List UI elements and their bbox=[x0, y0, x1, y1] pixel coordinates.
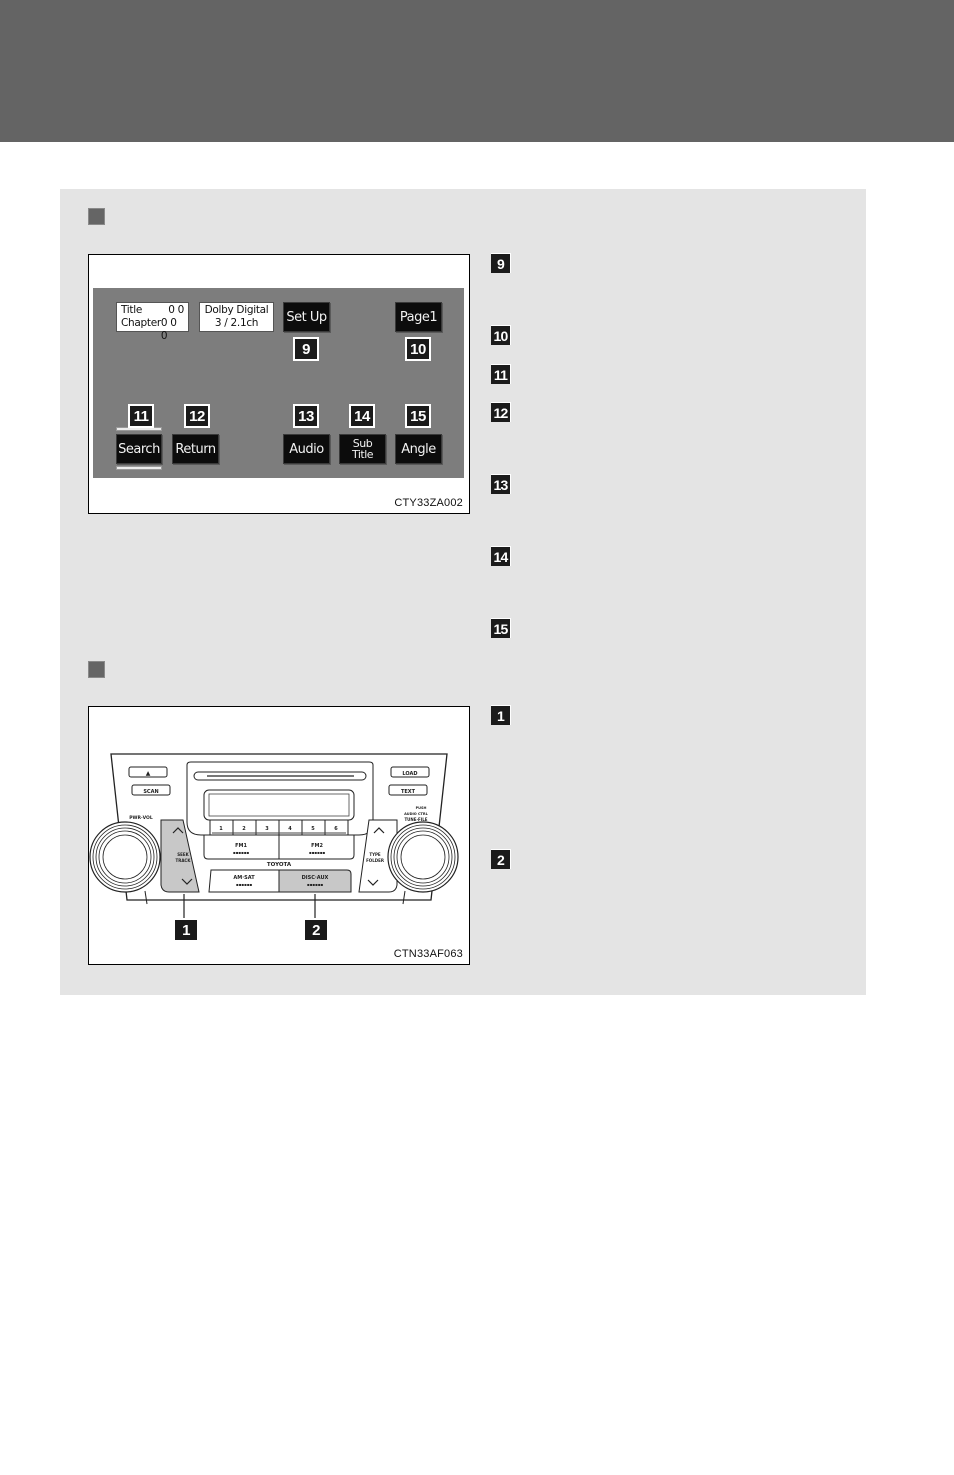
tune-file-label: TUNE·FILE bbox=[404, 817, 427, 822]
audio-format-display: Dolby Digital 3 / 2.1ch bbox=[199, 302, 274, 332]
disc-aux-button[interactable] bbox=[278, 869, 352, 893]
text-label: TEXT bbox=[401, 789, 416, 795]
header-band bbox=[0, 0, 954, 142]
preset-3: 3 bbox=[265, 826, 269, 832]
dvd-screen-figure: Title 0 0 Chapter 0 0 0 Dolby Digital 3 / … bbox=[88, 254, 470, 514]
callout-11: 11 bbox=[128, 404, 154, 428]
title-chapter-display: Title 0 0 Chapter 0 0 0 bbox=[116, 302, 189, 342]
callout-10: 10 bbox=[405, 337, 431, 361]
dvd-screen: Title 0 0 Chapter 0 0 0 Dolby Digital 3 / … bbox=[93, 288, 464, 478]
type-label: TYPE bbox=[369, 852, 381, 857]
audio-format-line1: Dolby Digital bbox=[204, 304, 269, 316]
chapter-label: Chapter bbox=[121, 317, 161, 329]
fm2-label: FM2 bbox=[311, 843, 323, 849]
preset-buttons[interactable]: 1 2 3 4 5 6 bbox=[209, 819, 349, 836]
callout-9: 9 bbox=[293, 337, 319, 361]
fm1-label: FM1 bbox=[235, 843, 247, 849]
callout-13: 13 bbox=[293, 404, 319, 428]
page-button[interactable]: Page1 bbox=[395, 302, 442, 332]
legend-badge-12: 12 bbox=[491, 402, 511, 422]
load-label: LOAD bbox=[402, 771, 417, 777]
am-sat-button[interactable] bbox=[208, 869, 280, 893]
am-sat-label: AM·SAT bbox=[233, 875, 255, 881]
callout-12: 12 bbox=[184, 404, 210, 428]
push-label: PUSH bbox=[416, 806, 427, 810]
figure-code: CTY33ZA002 bbox=[394, 497, 463, 509]
subtitle-line2: Title bbox=[351, 448, 374, 461]
disc-aux-dots: ▪▪▪▪▪▪ bbox=[307, 882, 324, 887]
preset-1: 1 bbox=[219, 826, 223, 832]
callout-15: 15 bbox=[405, 404, 431, 428]
angle-button[interactable]: Angle bbox=[395, 434, 442, 464]
callout-14: 14 bbox=[349, 404, 375, 428]
callout-1: 1 bbox=[173, 918, 199, 942]
am-sat-dots: ▪▪▪▪▪▪ bbox=[236, 882, 253, 887]
legend-badge-15: 15 bbox=[491, 618, 511, 638]
section-marker-dvd bbox=[88, 208, 105, 225]
preset-6: 6 bbox=[334, 826, 338, 832]
audio-format-line2: 3 / 2.1ch bbox=[214, 317, 259, 329]
callout-2: 2 bbox=[303, 918, 329, 942]
legend-badge-11: 11 bbox=[491, 364, 511, 384]
scan-label: SCAN bbox=[143, 789, 158, 795]
folder-label: FOLDER bbox=[366, 858, 384, 863]
legend-badge-14: 14 bbox=[491, 546, 511, 566]
preset-4: 4 bbox=[288, 826, 292, 832]
legend-badge-9: 9 bbox=[491, 253, 511, 273]
radio-faceplate: 1 2 3 4 5 6 FM1 ▪▪▪▪▪▪ FM2 ▪▪▪▪▪▪ TOYOTA… bbox=[89, 753, 459, 918]
seek-label: SEEK bbox=[177, 852, 189, 857]
legend-badge-13: 13 bbox=[491, 474, 511, 494]
track-label-2: TRACK bbox=[176, 858, 192, 863]
section-marker-radio bbox=[88, 661, 105, 678]
legend-badge-1: 1 bbox=[491, 705, 511, 725]
search-button[interactable]: Search bbox=[116, 434, 162, 464]
preset-5: 5 bbox=[311, 826, 315, 832]
legend-badge-2: 2 bbox=[491, 849, 511, 869]
eject-icon: ▲ bbox=[146, 770, 151, 777]
return-button[interactable]: Return bbox=[172, 434, 219, 464]
title-label: Title bbox=[121, 304, 143, 316]
title-value: 0 0 bbox=[168, 304, 184, 316]
brand-label: TOYOTA bbox=[267, 862, 292, 868]
disc-aux-label: DISC·AUX bbox=[302, 875, 329, 881]
subtitle-button[interactable]: Sub Title bbox=[339, 434, 386, 464]
search-bar-bottom bbox=[116, 466, 162, 470]
fm1-dots: ▪▪▪▪▪▪ bbox=[233, 850, 250, 855]
legend-badge-10: 10 bbox=[491, 325, 511, 345]
audio-button[interactable]: Audio bbox=[283, 434, 330, 464]
radio-figure: 1 2 3 4 5 6 FM1 ▪▪▪▪▪▪ FM2 ▪▪▪▪▪▪ TOYOTA… bbox=[88, 706, 470, 965]
fm2-dots: ▪▪▪▪▪▪ bbox=[309, 850, 326, 855]
figure-code: CTN33AF063 bbox=[393, 948, 463, 960]
audio-ctrl-label: AUDIO CTRL bbox=[404, 812, 428, 816]
chapter-value: 0 0 0 bbox=[160, 317, 177, 342]
preset-2: 2 bbox=[242, 826, 246, 832]
pwr-vol-label: PWR·VOL bbox=[129, 815, 153, 821]
setup-button[interactable]: Set Up bbox=[283, 302, 330, 332]
